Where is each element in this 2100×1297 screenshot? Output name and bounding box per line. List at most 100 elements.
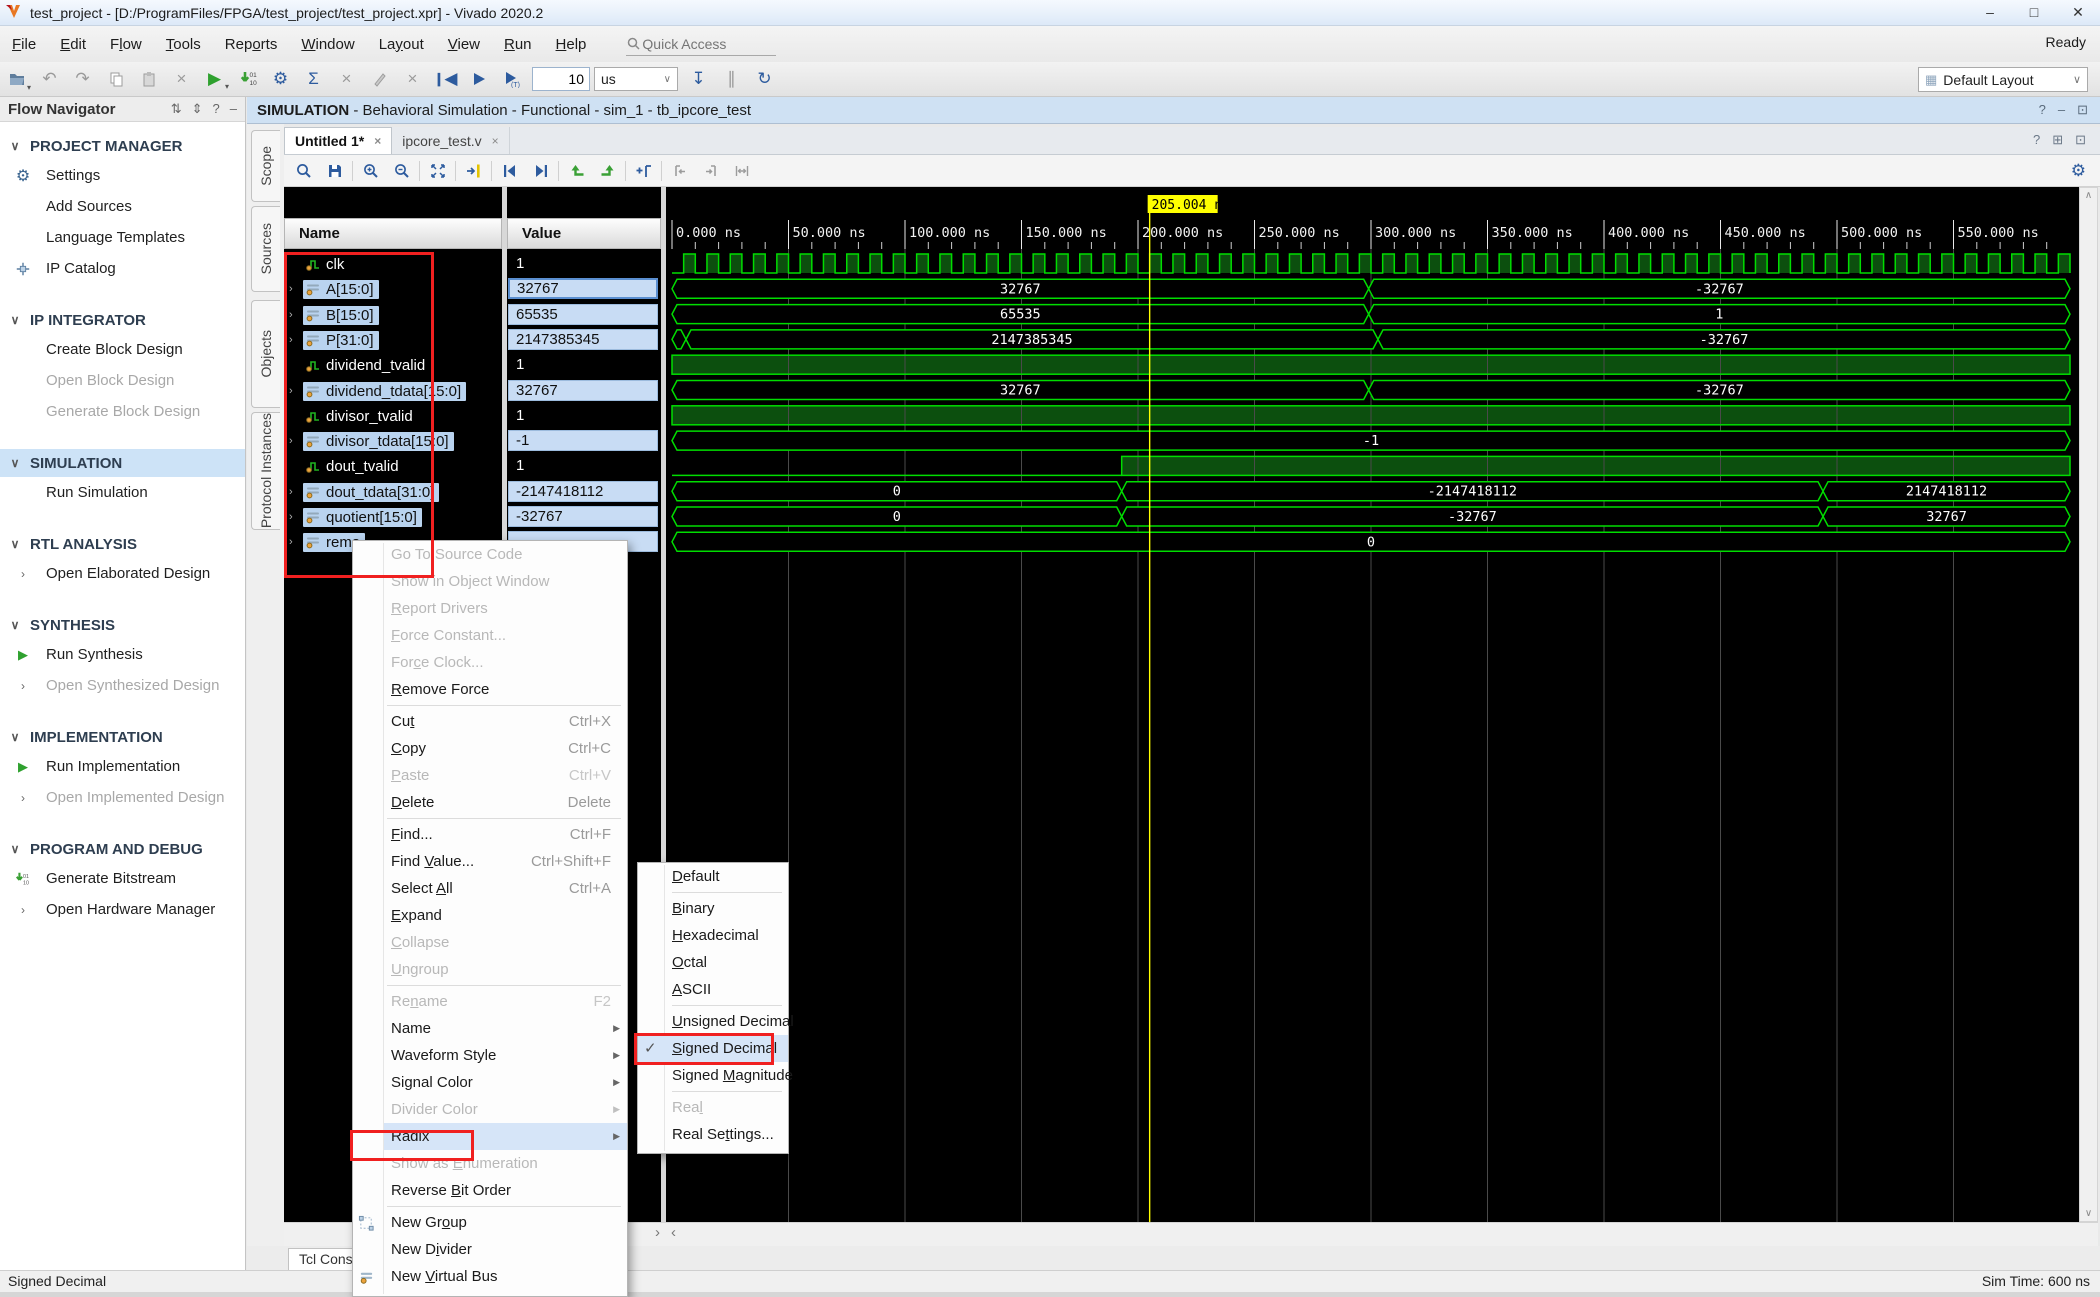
signal-name-chip[interactable]: dividend_tdata[15:0] (303, 382, 466, 401)
menu-help[interactable]: Help (544, 31, 599, 58)
toolbar-delete-button[interactable]: × (165, 66, 198, 92)
maximize-icon[interactable]: ⊡ (2075, 132, 2086, 148)
toolbar-close-x-button[interactable]: × (396, 66, 429, 92)
flownav-item-create-block-design[interactable]: Create Block Design (0, 334, 245, 365)
wave-toolbar-zoom-out-button[interactable] (386, 158, 417, 184)
flownav-item-run-implementation[interactable]: ▶Run Implementation (0, 751, 245, 782)
wave-toolbar-add-marker-button[interactable] (628, 158, 659, 184)
menu-file[interactable]: File (0, 31, 48, 58)
wave-toolbar-go-to-end-button[interactable] (525, 158, 556, 184)
menu-item-new-group[interactable]: New Group (353, 1209, 627, 1236)
time-unit-select[interactable]: us∨ (594, 67, 678, 91)
menu-item-delete[interactable]: DeleteDelete (353, 789, 627, 816)
menu-item-expand[interactable]: Expand (353, 902, 627, 929)
menu-item-signed-decimal[interactable]: Signed Decimal✓ (638, 1035, 788, 1062)
menu-item-find-[interactable]: Find...Ctrl+F (353, 821, 627, 848)
signal-value-row[interactable]: 1 (507, 253, 661, 275)
signal-name-chip[interactable]: A[15:0] (303, 280, 379, 299)
signal-name-chip[interactable]: dout_tdata[31:0] (303, 483, 439, 502)
menu-item-unsigned-decimal[interactable]: Unsigned Decimal (638, 1008, 788, 1035)
wave-toolbar-zoom-in-button[interactable] (355, 158, 386, 184)
name-column-header[interactable]: Name (284, 218, 502, 249)
expand-chevron-icon[interactable]: › (289, 385, 303, 397)
signal-value-row[interactable]: -32767 (507, 506, 661, 528)
flownav-section-simulation[interactable]: ∨SIMULATION (0, 449, 245, 477)
menu-window[interactable]: Window (289, 31, 366, 58)
signal-value-box[interactable]: 32767 (508, 380, 658, 401)
scroll-right-icon[interactable]: › (655, 1224, 660, 1241)
menu-item-signal-color[interactable]: Signal Color▶ (353, 1069, 627, 1096)
signal-name-row[interactable]: ›quotient[15:0] (284, 506, 422, 528)
signal-name-row[interactable]: ›A[15:0] (284, 278, 379, 300)
expand-chevron-icon[interactable]: › (289, 536, 303, 548)
flownav-item-open-elaborated-design[interactable]: ›Open Elaborated Design (0, 558, 245, 589)
wave-toolbar-previous-edge-button[interactable] (561, 158, 592, 184)
signal-name-chip[interactable]: divisor_tdata[15:0] (303, 432, 454, 451)
menu-item-octal[interactable]: Octal (638, 949, 788, 976)
menu-edit[interactable]: Edit (48, 31, 98, 58)
signal-name-row[interactable]: dividend_tvalid (284, 354, 430, 376)
signal-value-box[interactable]: 2147385345 (508, 329, 658, 350)
toolbar-report-sum-button[interactable]: Σ (297, 66, 330, 92)
help-icon[interactable]: ? (2039, 102, 2046, 118)
tab-untitled-1-[interactable]: Untitled 1*× (284, 127, 392, 154)
expand-chevron-icon[interactable]: › (289, 486, 303, 498)
flownav-item-generate-block-design[interactable]: Generate Block Design (0, 396, 245, 427)
menu-reports[interactable]: Reports (213, 31, 290, 58)
signal-value-box[interactable]: -1 (508, 430, 658, 451)
flownav-item-generate-bitstream[interactable]: 0110Generate Bitstream (0, 863, 245, 894)
side-tab-objects[interactable]: Objects (251, 300, 280, 408)
menu-item-default[interactable]: Default (638, 863, 788, 890)
toolbar-step-into-button[interactable]: 0110 (231, 66, 264, 92)
signal-value-row[interactable]: 32767 (507, 380, 661, 402)
help-icon[interactable]: ? (2033, 132, 2040, 148)
menu-flow[interactable]: Flow (98, 31, 154, 58)
vertical-scrollbar[interactable]: ∧ ∨ (2079, 187, 2098, 1222)
menu-item-binary[interactable]: Binary (638, 895, 788, 922)
value-column-header[interactable]: Value (507, 218, 661, 249)
close-icon[interactable]: × (374, 134, 381, 148)
signal-value-box[interactable]: -2147418112 (508, 481, 658, 502)
layout-selector[interactable]: ▦ Default Layout ∨ (1918, 67, 2088, 92)
menu-item-signed-magnitude[interactable]: Signed Magnitude (638, 1062, 788, 1089)
signal-name-chip[interactable]: divisor_tvalid (303, 407, 418, 426)
close-icon[interactable]: × (492, 134, 499, 148)
wave-toolbar-zoom-fit-button[interactable] (422, 158, 453, 184)
tab-ipcore-test-v[interactable]: ipcore_test.v× (392, 127, 509, 154)
collapse-all-icon[interactable]: ⇅ (171, 101, 182, 117)
menu-item-remove-force[interactable]: Remove Force (353, 676, 627, 703)
signal-name-row[interactable]: divisor_tvalid (284, 405, 418, 427)
toolbar-paste-button[interactable] (132, 66, 165, 92)
scroll-down-icon[interactable]: ∨ (2080, 1208, 2097, 1219)
flownav-item-open-block-design[interactable]: Open Block Design (0, 365, 245, 396)
side-tab-sources[interactable]: Sources (251, 206, 280, 292)
flownav-item-settings[interactable]: ⚙Settings (0, 160, 245, 191)
toolbar-redo-button[interactable]: ↷ (66, 66, 99, 92)
expand-chevron-icon[interactable]: › (289, 309, 303, 321)
flownav-section-rtl-analysis[interactable]: ∨RTL ANALYSIS (0, 530, 245, 558)
menu-layout[interactable]: Layout (367, 31, 436, 58)
signal-name-chip[interactable]: clk (303, 255, 349, 274)
close-button[interactable]: ✕ (2056, 0, 2100, 26)
waveform-settings-gear-icon[interactable]: ⚙ (2071, 161, 2086, 181)
signal-name-row[interactable]: ›divisor_tdata[15:0] (284, 430, 454, 452)
toolbar-restart-button[interactable]: ❙◀ (429, 66, 462, 92)
maximize-panel-icon[interactable]: ⊡ (2077, 102, 2088, 118)
signal-name-chip[interactable]: P[31:0] (303, 331, 379, 350)
signal-value-row[interactable]: 1 (507, 405, 661, 427)
toolbar-cancel-button[interactable]: × (330, 66, 363, 92)
signal-name-row[interactable]: ›B[15:0] (284, 304, 379, 326)
signal-value-row[interactable]: 32767 (507, 278, 661, 300)
menu-item-find-value-[interactable]: Find Value...Ctrl+Shift+F (353, 848, 627, 875)
menu-item-name[interactable]: Name▶ (353, 1015, 627, 1042)
signal-name-chip[interactable]: quotient[15:0] (303, 508, 422, 527)
flownav-section-project-manager[interactable]: ∨PROJECT MANAGER (0, 132, 245, 160)
toolbar-open-file-button[interactable]: ▾ (0, 66, 33, 92)
wave-toolbar-save-waveform-button[interactable] (319, 158, 350, 184)
help-icon[interactable]: ? (213, 101, 220, 117)
menu-item-hexadecimal[interactable]: Hexadecimal (638, 922, 788, 949)
signal-value-box[interactable]: 32767 (508, 278, 658, 299)
flownav-section-program-and-debug[interactable]: ∨PROGRAM AND DEBUG (0, 835, 245, 863)
signal-value-row[interactable]: -2147418112 (507, 481, 661, 503)
toolbar-edit-pencil-button[interactable] (363, 66, 396, 92)
